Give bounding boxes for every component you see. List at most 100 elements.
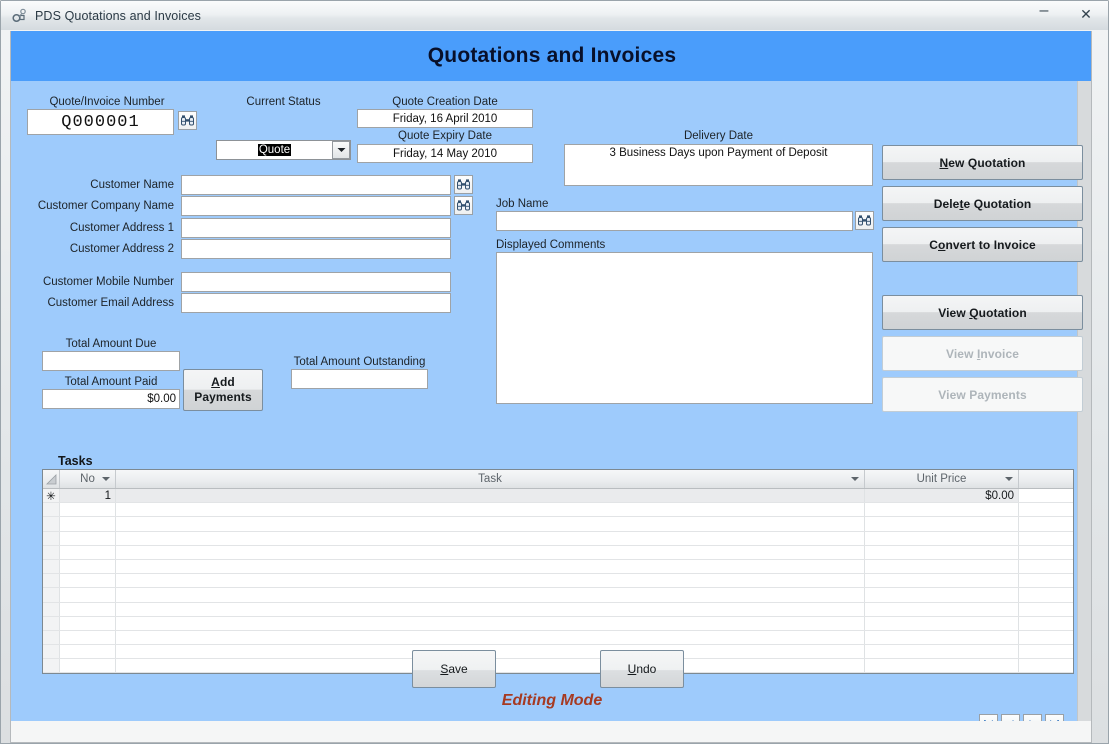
total-amount-outstanding-input[interactable] [291, 369, 428, 389]
chevron-down-icon[interactable] [332, 141, 350, 159]
row-no-cell[interactable] [60, 559, 116, 574]
quote-number-find-icon[interactable] [178, 111, 197, 130]
row-unit-price-cell[interactable] [865, 588, 1019, 602]
save-button[interactable]: Save [412, 650, 496, 688]
row-unit-price-cell[interactable] [865, 616, 1019, 630]
customer-email-input[interactable] [181, 293, 451, 313]
column-header-task[interactable]: Task [116, 470, 865, 488]
quote-number-input[interactable]: Q000001 [27, 109, 174, 135]
row-unit-price-cell[interactable] [865, 559, 1019, 574]
table-row[interactable]: ✳ 1 $0.00 [43, 489, 1073, 504]
undo-button[interactable]: Undo [600, 650, 684, 688]
customer-name-input[interactable] [181, 175, 451, 195]
table-row[interactable] [43, 588, 1073, 603]
row-no-cell[interactable] [60, 659, 116, 673]
row-marker-cell[interactable] [43, 559, 60, 574]
row-marker-cell[interactable] [43, 574, 60, 588]
row-unit-price-cell[interactable] [865, 517, 1019, 531]
row-unit-price-cell[interactable] [865, 531, 1019, 545]
table-row[interactable] [43, 503, 1073, 518]
row-unit-price-cell[interactable]: $0.00 [865, 489, 1019, 503]
chevron-down-icon[interactable] [1005, 477, 1013, 481]
first-record-button[interactable] [979, 714, 998, 721]
tasks-grid[interactable]: No Task Unit Price ✳ 1 $0.00 [42, 469, 1074, 674]
row-task-cell[interactable] [116, 602, 865, 616]
row-marker-cell[interactable]: ✳ [43, 489, 60, 503]
table-row[interactable] [43, 659, 1073, 674]
row-task-cell[interactable] [116, 574, 865, 588]
table-row[interactable] [43, 545, 1073, 560]
row-no-cell[interactable] [60, 588, 116, 602]
delete-quotation-button[interactable]: Delete Quotation [882, 186, 1083, 221]
row-marker-cell[interactable] [43, 517, 60, 531]
chevron-down-icon[interactable] [851, 477, 859, 481]
customer-company-find-icon[interactable] [454, 196, 473, 215]
previous-record-button[interactable] [1001, 714, 1020, 721]
row-no-cell[interactable] [60, 602, 116, 616]
row-no-cell[interactable] [60, 645, 116, 659]
row-no-cell[interactable] [60, 503, 116, 517]
add-payments-button[interactable]: Add Payments [183, 369, 263, 411]
row-task-cell[interactable] [116, 489, 865, 503]
row-marker-cell[interactable] [43, 659, 60, 673]
row-unit-price-cell[interactable] [865, 545, 1019, 559]
select-all-cell[interactable] [43, 470, 60, 488]
current-status-combobox[interactable]: Quote [216, 140, 351, 160]
new-quotation-button[interactable]: New Quotation [882, 145, 1083, 180]
row-task-cell[interactable] [116, 517, 865, 531]
row-task-cell[interactable] [116, 616, 865, 630]
next-record-button[interactable] [1023, 714, 1042, 721]
row-unit-price-cell[interactable] [865, 503, 1019, 517]
row-task-cell[interactable] [116, 630, 865, 645]
customer-name-find-icon[interactable] [454, 175, 473, 194]
quote-expiry-date-input[interactable]: Friday, 14 May 2010 [357, 144, 533, 163]
displayed-comments-textarea[interactable] [496, 252, 873, 404]
row-marker-cell[interactable] [43, 616, 60, 630]
row-no-cell[interactable] [60, 630, 116, 645]
row-task-cell[interactable] [116, 545, 865, 559]
row-task-cell[interactable] [116, 503, 865, 517]
job-name-find-icon[interactable] [855, 211, 874, 230]
row-marker-cell[interactable] [43, 602, 60, 616]
row-marker-cell[interactable] [43, 588, 60, 602]
row-unit-price-cell[interactable] [865, 659, 1019, 673]
row-marker-cell[interactable] [43, 630, 60, 645]
row-no-cell[interactable] [60, 545, 116, 559]
customer-address1-input[interactable] [181, 218, 451, 238]
chevron-down-icon[interactable] [102, 477, 110, 481]
table-row[interactable] [43, 630, 1073, 646]
row-task-cell[interactable] [116, 588, 865, 602]
row-marker-cell[interactable] [43, 531, 60, 545]
row-no-cell[interactable] [60, 616, 116, 630]
view-quotation-button[interactable]: View Quotation [882, 295, 1083, 330]
table-row[interactable] [43, 574, 1073, 589]
row-unit-price-cell[interactable] [865, 574, 1019, 588]
close-button[interactable]: ✕ [1072, 3, 1100, 25]
quote-creation-date-input[interactable]: Friday, 16 April 2010 [357, 109, 533, 128]
row-no-cell[interactable]: 1 [60, 489, 116, 503]
row-unit-price-cell[interactable] [865, 645, 1019, 659]
column-header-unit-price[interactable]: Unit Price [865, 470, 1019, 488]
column-header-no[interactable]: No [60, 470, 116, 488]
table-row[interactable] [43, 602, 1073, 617]
total-amount-paid-input[interactable]: $0.00 [42, 389, 180, 409]
row-no-cell[interactable] [60, 574, 116, 588]
table-row[interactable] [43, 559, 1073, 575]
minimize-button[interactable]: – [1030, 2, 1058, 25]
row-marker-cell[interactable] [43, 645, 60, 659]
row-marker-cell[interactable] [43, 545, 60, 559]
row-marker-cell[interactable] [43, 503, 60, 517]
table-row[interactable] [43, 531, 1073, 546]
delivery-date-input[interactable]: 3 Business Days upon Payment of Deposit [564, 144, 873, 186]
customer-address2-input[interactable] [181, 239, 451, 259]
row-task-cell[interactable] [116, 559, 865, 574]
customer-mobile-input[interactable] [181, 272, 451, 292]
table-row[interactable] [43, 645, 1073, 660]
customer-company-name-input[interactable] [181, 196, 451, 216]
row-unit-price-cell[interactable] [865, 630, 1019, 645]
row-no-cell[interactable] [60, 517, 116, 531]
last-record-button[interactable] [1045, 714, 1064, 721]
table-row[interactable] [43, 616, 1073, 631]
total-amount-due-input[interactable] [42, 351, 180, 371]
job-name-input[interactable] [496, 211, 853, 231]
